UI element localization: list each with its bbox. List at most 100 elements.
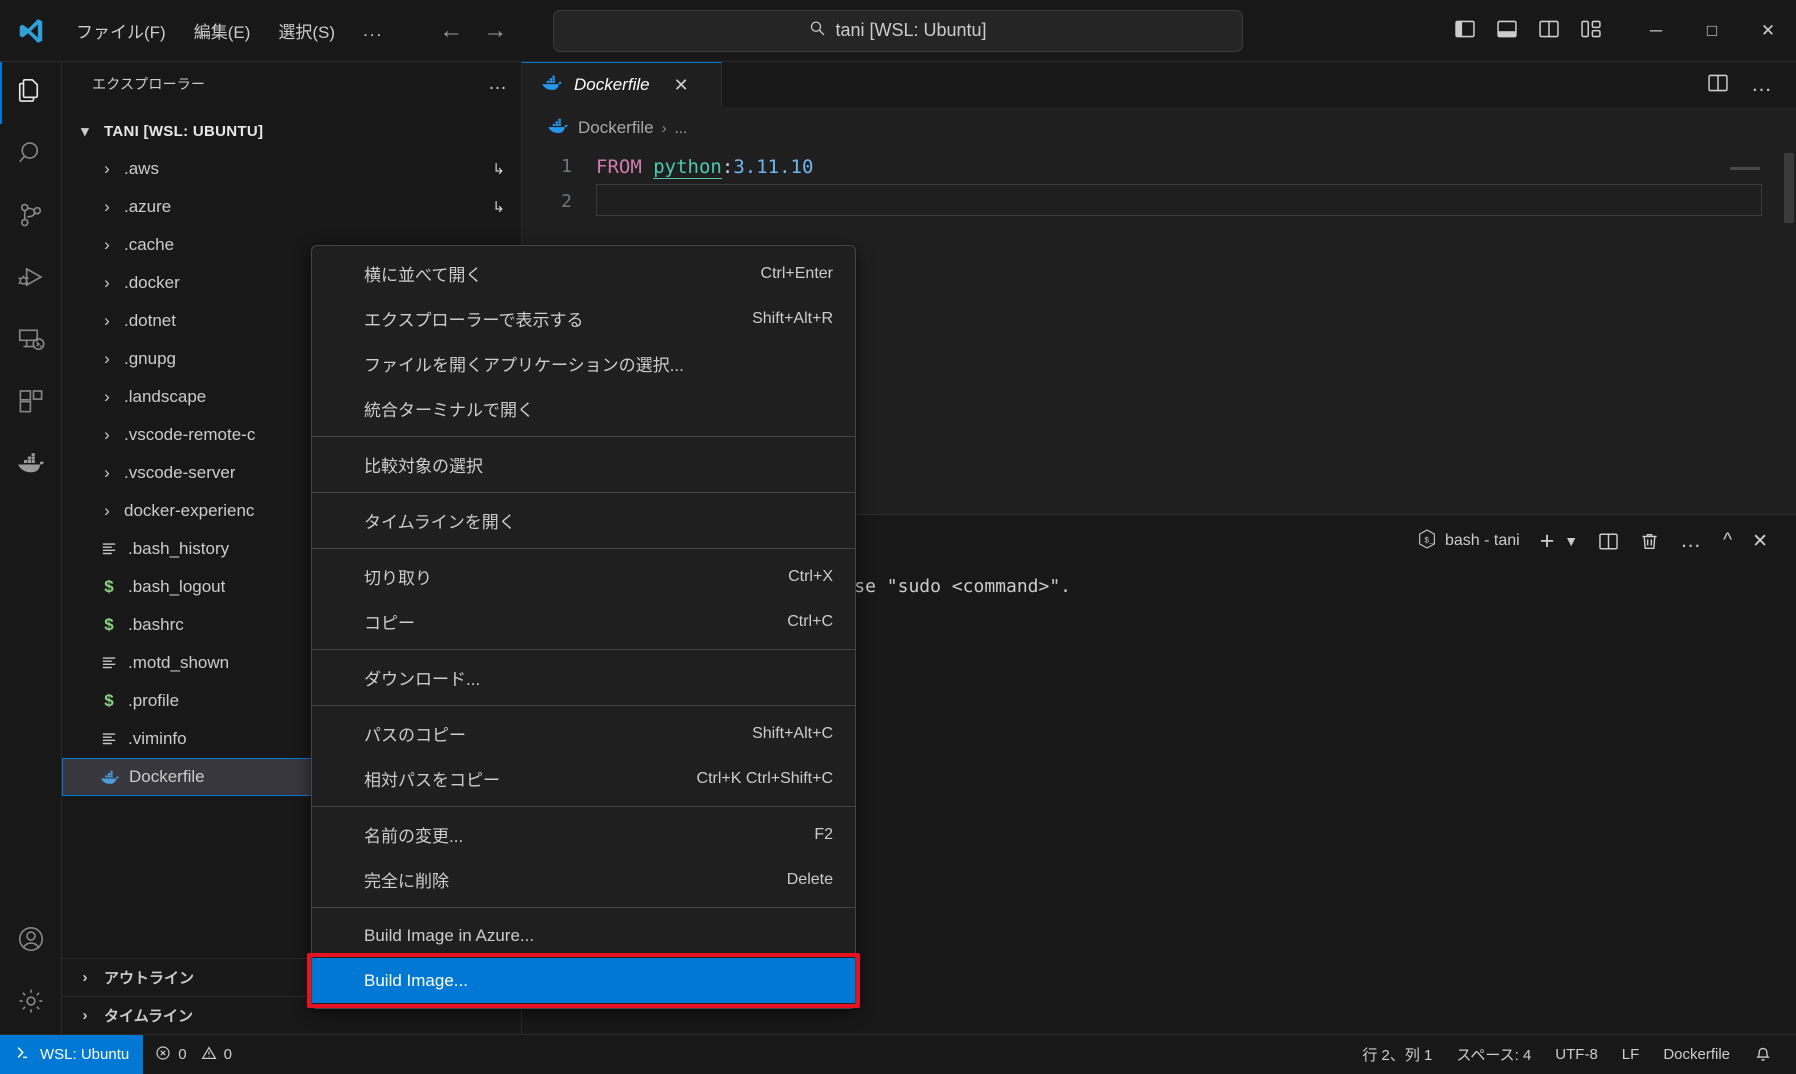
maximize-panel-icon[interactable]: ^: [1713, 521, 1742, 561]
context-menu-item[interactable]: エクスプローラーで表示するShift+Alt+R: [312, 296, 855, 341]
toggle-primary-sidebar-icon[interactable]: [1454, 18, 1476, 44]
context-menu-item[interactable]: 統合ターミナルで開く: [312, 386, 855, 431]
tree-item-label: .docker: [124, 273, 180, 293]
context-menu-item[interactable]: Build Image...: [312, 958, 855, 1003]
context-menu-item[interactable]: Build Image in Azure...: [312, 913, 855, 958]
tree-folder-row[interactable]: ›.azure↳: [62, 188, 521, 226]
code-token: 3.11.10: [733, 156, 813, 178]
current-line-highlight: [596, 184, 1762, 216]
menu-item-wrapper: 名前の変更...F2: [312, 812, 855, 857]
command-center-text: tani [WSL: Ubuntu]: [835, 20, 986, 41]
code-line: 1FROM python:3.11.10: [522, 149, 1796, 184]
close-icon[interactable]: ✕: [674, 75, 689, 96]
context-menu-item[interactable]: 完全に削除Delete: [312, 857, 855, 902]
toggle-secondary-sidebar-icon[interactable]: [1538, 18, 1560, 44]
menu-item-wrapper: 切り取りCtrl+X: [312, 554, 855, 599]
menu-item-label: 名前の変更...: [364, 822, 463, 847]
status-problems[interactable]: 0 0: [143, 1035, 244, 1074]
explorer-more-actions-icon[interactable]: …: [488, 73, 509, 95]
command-center[interactable]: tani [WSL: Ubuntu]: [553, 10, 1243, 52]
context-menu-item[interactable]: 切り取りCtrl+X: [312, 554, 855, 599]
minimap[interactable]: [1730, 167, 1760, 170]
outline-label: アウトライン: [104, 967, 194, 988]
workbench-body: エクスプローラー … ▾ TANI [WSL: UBUNTU] ›.aws↳›.…: [0, 62, 1796, 1034]
customize-layout-icon[interactable]: [1580, 18, 1602, 44]
menu-item-wrapper: Build Image...: [312, 958, 855, 1003]
menu-item-wrapper: ファイルを開くアプリケーションの選択...: [312, 341, 855, 386]
menu-item-label: 完全に削除: [364, 867, 449, 892]
title-bar: ファイル(F) 編集(E) 選択(S) ... ← → tani [WSL: U…: [0, 0, 1796, 62]
status-indentation[interactable]: スペース: 4: [1444, 1035, 1543, 1074]
active-terminal-selector[interactable]: $_ bash - tani: [1406, 521, 1530, 561]
chevron-down-icon: ▾: [74, 122, 96, 140]
menu-item-label: Build Image in Azure...: [364, 926, 534, 946]
tree-root-folder[interactable]: ▾ TANI [WSL: UBUNTU]: [62, 112, 521, 150]
more-actions-icon[interactable]: …: [1670, 521, 1713, 561]
kill-terminal-icon[interactable]: [1629, 521, 1670, 561]
tab-dockerfile[interactable]: Dockerfile ✕: [522, 62, 722, 107]
scrollbar-thumb[interactable]: [1784, 153, 1794, 223]
context-menu-item[interactable]: タイムラインを開く: [312, 498, 855, 543]
status-remote-indicator[interactable]: WSL: Ubuntu: [0, 1035, 143, 1074]
breadcrumb-trail[interactable]: ...: [675, 120, 688, 137]
file-context-menu[interactable]: 横に並べて開くCtrl+Enterエクスプローラーで表示するShift+Alt+…: [311, 245, 856, 1009]
editor-scrollbar[interactable]: [1782, 149, 1796, 514]
menu-item-wrapper: パスのコピーShift+Alt+C: [312, 711, 855, 756]
files-icon: [16, 76, 46, 110]
status-eol[interactable]: LF: [1610, 1035, 1652, 1074]
tree-item-label: .vscode-server: [124, 463, 235, 483]
context-menu-item[interactable]: ダウンロード...: [312, 655, 855, 700]
context-menu-item[interactable]: 比較対象の選択: [312, 442, 855, 487]
debug-icon: [16, 262, 46, 296]
close-button[interactable]: ✕: [1740, 0, 1796, 62]
remote-label: WSL: Ubuntu: [40, 1046, 129, 1063]
activity-remote-explorer[interactable]: [0, 310, 62, 372]
tree-item-label: .vscode-remote-c: [124, 425, 255, 445]
status-cursor-position[interactable]: 行 2、列 1: [1350, 1035, 1444, 1074]
status-encoding[interactable]: UTF-8: [1543, 1035, 1610, 1074]
bell-icon[interactable]: [1742, 1035, 1784, 1074]
menu-separator: [312, 649, 855, 650]
split-editor-icon[interactable]: [1707, 72, 1729, 98]
arrow-right-icon[interactable]: →: [483, 19, 507, 43]
arrow-left-icon[interactable]: ←: [439, 19, 463, 43]
chevron-down-icon[interactable]: ▼: [1564, 521, 1588, 561]
code-token: python: [653, 156, 722, 179]
activity-explorer[interactable]: [0, 62, 62, 124]
context-menu-item[interactable]: 相対パスをコピーCtrl+K Ctrl+Shift+C: [312, 756, 855, 801]
toggle-panel-icon[interactable]: [1496, 18, 1518, 44]
docker-whale-icon: [97, 769, 123, 786]
activity-search[interactable]: [0, 124, 62, 186]
text-file-icon: [96, 654, 122, 672]
close-panel-icon[interactable]: ✕: [1742, 521, 1778, 561]
more-actions-icon[interactable]: …: [1751, 73, 1774, 97]
minimize-button[interactable]: ─: [1628, 0, 1684, 62]
activity-source-control[interactable]: [0, 186, 62, 248]
tree-folder-row[interactable]: ›.aws↳: [62, 150, 521, 188]
menu-file[interactable]: ファイル(F): [62, 13, 180, 48]
context-menu-item[interactable]: 名前の変更...F2: [312, 812, 855, 857]
menu-selection[interactable]: 選択(S): [264, 13, 349, 48]
split-terminal-icon[interactable]: [1588, 521, 1629, 561]
chevron-right-icon: ›: [74, 969, 96, 986]
activity-settings[interactable]: [0, 972, 62, 1034]
menu-edit[interactable]: 編集(E): [180, 13, 265, 48]
remote-icon: [14, 1044, 31, 1065]
context-menu-item[interactable]: 横に並べて開くCtrl+Enter: [312, 251, 855, 296]
context-menu-item[interactable]: ファイルを開くアプリケーションの選択...: [312, 341, 855, 386]
menu-more[interactable]: ...: [349, 16, 397, 46]
chevron-right-icon: ›: [96, 311, 118, 331]
context-menu-item[interactable]: コピーCtrl+C: [312, 599, 855, 644]
context-menu-item[interactable]: パスのコピーShift+Alt+C: [312, 711, 855, 756]
chevron-right-icon: ›: [96, 159, 118, 179]
activity-accounts[interactable]: [0, 910, 62, 972]
breadcrumb: Dockerfile › ...: [522, 107, 1796, 149]
maximize-button[interactable]: □: [1684, 0, 1740, 62]
status-language-mode[interactable]: Dockerfile: [1651, 1035, 1742, 1074]
activity-extensions[interactable]: [0, 372, 62, 434]
breadcrumb-file[interactable]: Dockerfile: [578, 118, 654, 138]
activity-docker[interactable]: [0, 434, 62, 496]
new-terminal-icon[interactable]: +: [1530, 521, 1565, 561]
activity-run-debug[interactable]: [0, 248, 62, 310]
tree-root-label: TANI [WSL: UBUNTU]: [104, 123, 263, 140]
